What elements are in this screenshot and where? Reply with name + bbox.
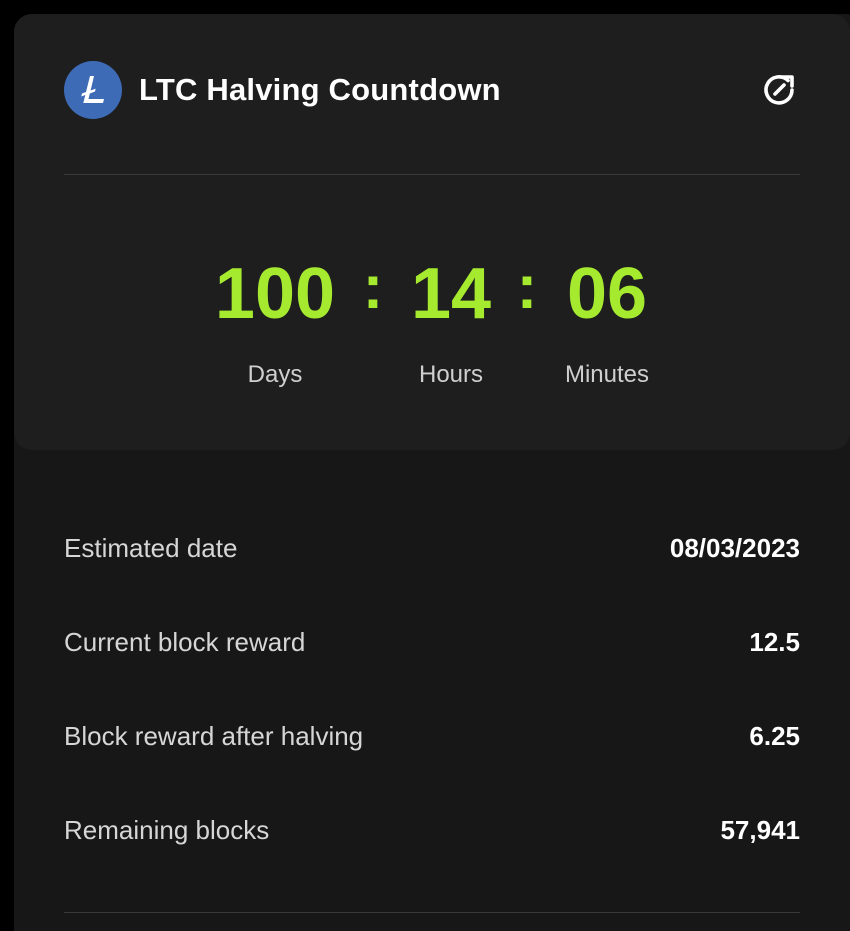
days-value: 100 xyxy=(214,254,336,334)
header-divider xyxy=(64,174,800,175)
hours-label: Hours xyxy=(418,361,484,388)
stats-divider xyxy=(64,912,800,913)
refresh-button[interactable] xyxy=(760,70,800,110)
minutes-value: 06 xyxy=(566,254,648,334)
countdown-timer: 100 : 14 : 06 Days Hours Minutes xyxy=(14,253,850,394)
stat-value: 57,941 xyxy=(720,815,800,845)
stat-row-remaining-blocks: Remaining blocks 57,941 xyxy=(64,802,800,896)
stats-list: Estimated date 08/03/2023 Current block … xyxy=(64,520,800,896)
minutes-label: Minutes xyxy=(564,361,650,388)
litecoin-glyph xyxy=(81,76,104,103)
hours-value: 14 xyxy=(410,254,492,334)
stat-label: Block reward after halving xyxy=(64,721,364,751)
stat-row-current-block-reward: Current block reward 12.5 xyxy=(64,614,800,708)
stat-row-estimated-date: Estimated date 08/03/2023 xyxy=(64,520,800,614)
card-header: LTC Halving Countdown xyxy=(64,61,800,119)
stat-label: Estimated date xyxy=(64,533,238,563)
litecoin-icon xyxy=(64,61,122,119)
refresh-icon xyxy=(764,75,794,105)
page: LTC Halving Countdown 100 : 14 : 06 Days… xyxy=(0,0,850,931)
stat-value: 08/03/2023 xyxy=(669,533,800,563)
page-title: LTC Halving Countdown xyxy=(139,72,501,107)
stat-row-block-reward-after-halving: Block reward after halving 6.25 xyxy=(64,708,800,802)
stat-label: Remaining blocks xyxy=(64,815,270,845)
stat-value: 12.5 xyxy=(749,627,800,657)
stat-value: 6.25 xyxy=(749,721,800,751)
countdown-card: LTC Halving Countdown 100 : 14 : 06 Days… xyxy=(14,14,850,450)
stat-label: Current block reward xyxy=(64,627,306,657)
days-label: Days xyxy=(247,361,303,388)
